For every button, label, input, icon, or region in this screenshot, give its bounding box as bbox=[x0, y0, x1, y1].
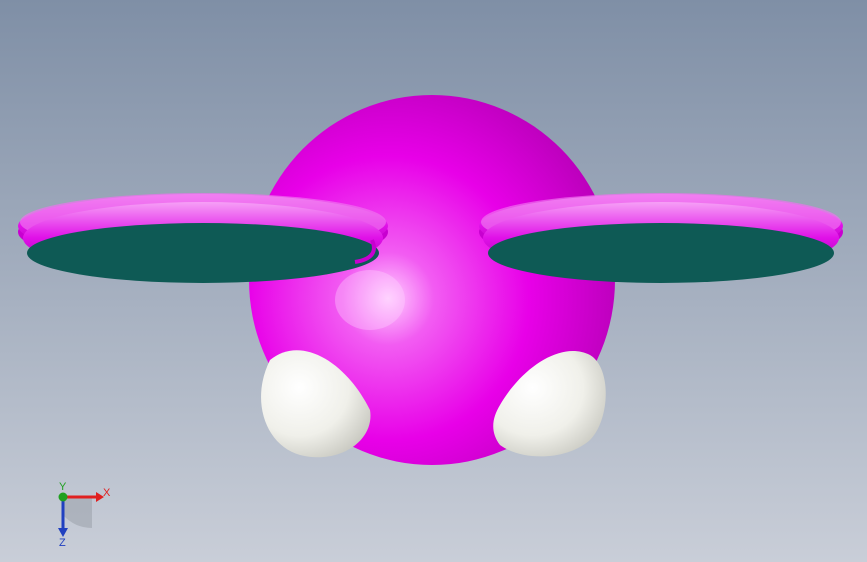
3d-viewport[interactable]: X Y Z bbox=[0, 0, 867, 562]
z-axis-label: Z bbox=[59, 537, 66, 549]
y-axis-dot bbox=[58, 492, 68, 502]
right-disk-surface bbox=[488, 223, 834, 283]
model-scene[interactable]: X Y Z bbox=[0, 0, 867, 562]
y-axis-label: Y bbox=[59, 481, 67, 493]
left-disk-surface bbox=[27, 223, 379, 283]
x-axis-label: X bbox=[103, 487, 111, 499]
left-wing-disk[interactable] bbox=[18, 193, 388, 283]
sphere-highlight bbox=[335, 270, 405, 330]
right-wing-disk[interactable] bbox=[479, 193, 843, 283]
